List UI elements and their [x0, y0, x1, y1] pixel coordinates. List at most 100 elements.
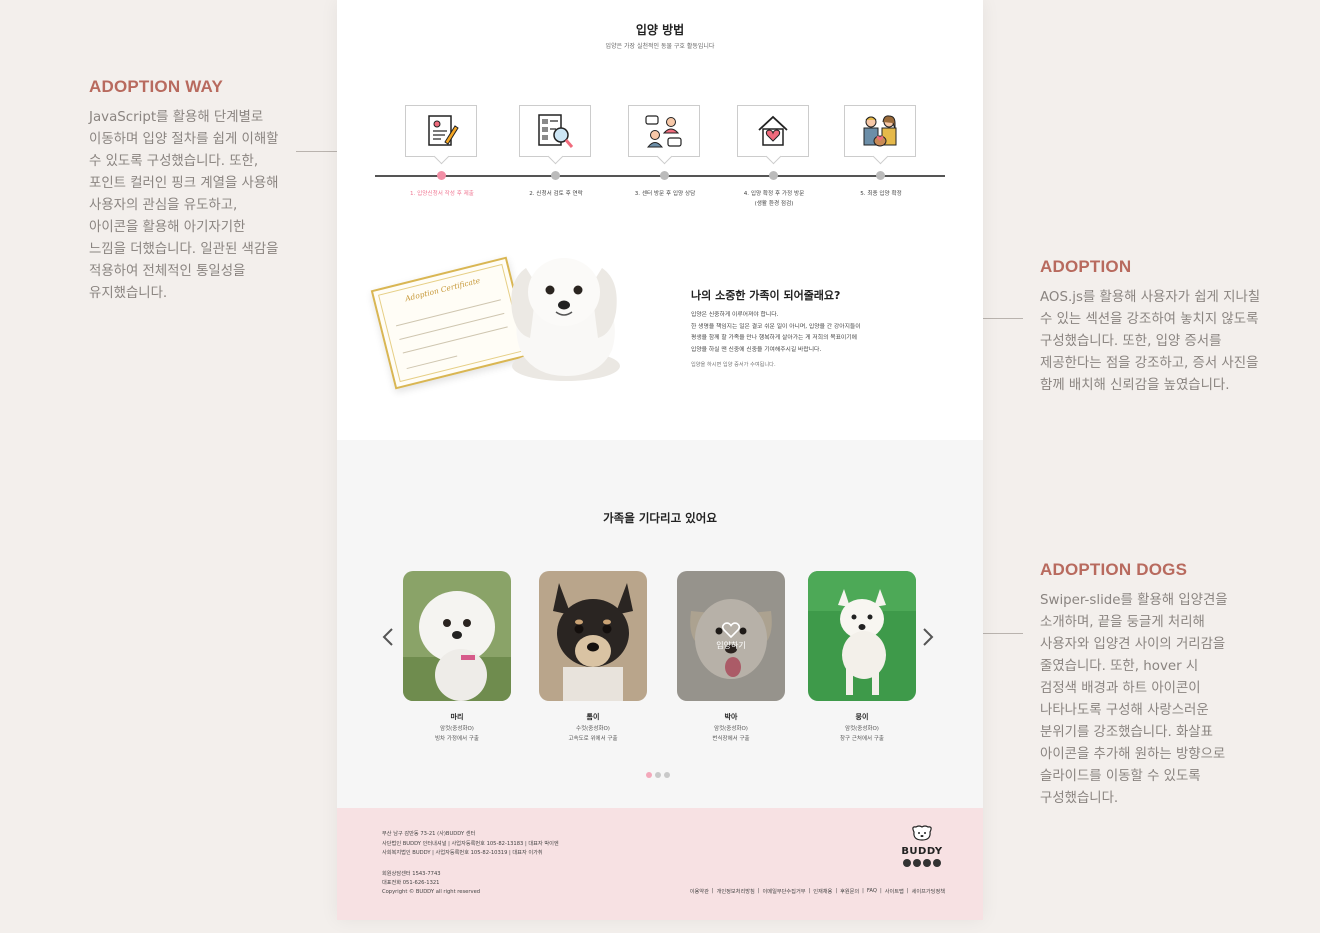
link-separator: |: [879, 888, 882, 894]
link-separator: |: [757, 888, 760, 894]
step-2-box[interactable]: [519, 105, 591, 157]
pagination-dot[interactable]: [664, 772, 670, 778]
step-1-label[interactable]: 1. 입양신청서 작성 후 제출: [382, 189, 502, 199]
slider-next-button[interactable]: [920, 624, 936, 650]
kakao-icon[interactable]: [933, 859, 941, 867]
step-3-box[interactable]: [628, 105, 700, 157]
footer-contact: 회원상담센터 1543-7743 대표전화 051-626-1321 Copyr…: [382, 870, 480, 897]
youtube-icon[interactable]: [903, 859, 911, 867]
dog-gender: 암컷(중성화O): [845, 726, 879, 732]
maltese-dog-photo: [511, 258, 620, 381]
address-line: 사단법인 BUDDY 인터내셔널 | 사업자등록번호 105-82-13183 …: [382, 840, 559, 847]
dog-card-2[interactable]: [539, 571, 647, 701]
footer-link[interactable]: 세이프가딩정책: [912, 888, 945, 895]
adopt-label: 입양하기: [716, 640, 746, 650]
step-1-box[interactable]: [405, 105, 477, 157]
step-4-dot[interactable]: [769, 171, 778, 180]
note-body: AOS.js를 활용해 사용자가 쉽게 지나칠 수 있는 섹션을 강조하여 놓치…: [1040, 290, 1261, 393]
chevron-right-icon: [923, 628, 934, 646]
adopt-hover-overlay[interactable]: 입양하기: [677, 571, 785, 701]
chevron-left-icon: [382, 628, 393, 646]
certificate-headline: 나의 소중한 가족이 되어줄래요?: [691, 289, 841, 302]
slider-prev-button[interactable]: [380, 624, 396, 650]
home-heart-icon: [758, 115, 788, 146]
dog-info: 수컷(중성화O) 고속도로 위에서 구출: [528, 724, 658, 744]
certificate-body: 입양은 신중하게 이루어져야 합니다. 한 생명을 책임지는 일은 결코 쉬운 …: [691, 310, 951, 356]
dog-name: 마리: [450, 713, 464, 721]
footer-link[interactable]: 이용약관: [690, 888, 709, 895]
note-title: ADOPTION: [1040, 257, 1132, 276]
dog-card-1[interactable]: [403, 571, 511, 701]
pagination-dot[interactable]: [646, 772, 652, 778]
step-3-dot[interactable]: [660, 171, 669, 180]
step-4-box[interactable]: [737, 105, 809, 157]
waiting-title: 가족을 기다리고 있어요: [603, 511, 717, 525]
dog-rescue: 빙차 가정에서 구출: [435, 736, 479, 742]
adoption-note: ADOPTION AOS.js를 활용해 사용자가 쉽게 지나칠 수 있는 섹션…: [1040, 257, 1272, 397]
site-footer: 부산 남구 감만동 73-21 (사)BUDDY 센터 사단법인 BUDDY 인…: [337, 808, 983, 920]
footer-address: 부산 남구 감만동 73-21 (사)BUDDY 센터 사단법인 BUDDY 인…: [382, 830, 559, 859]
step-3-label[interactable]: 3. 센터 방문 후 입양 상담: [605, 189, 725, 199]
instagram-icon[interactable]: [923, 859, 931, 867]
step-2-label[interactable]: 2. 신청서 검토 후 연락: [496, 189, 616, 199]
dog-card-4[interactable]: [808, 571, 916, 701]
body-line: 입양을 하실 땐 신중에 신중을 기여해주시길 바랍니다.: [691, 346, 822, 353]
step-5-dot[interactable]: [876, 171, 885, 180]
footer-link[interactable]: 인재채용: [813, 888, 832, 895]
contact-line: 대표전화 051-626-1321: [382, 880, 440, 886]
footer-link[interactable]: 후원문의: [840, 888, 859, 895]
document-review-icon: [538, 114, 574, 148]
adoption-dogs-note: ADOPTION DOGS Swiper-slide를 활용해 입양견을 소개하…: [1040, 560, 1272, 810]
logo-text: BUDDY: [901, 846, 943, 857]
dog-rescue: 번식장에서 구출: [712, 736, 750, 742]
dog-gender: 암컷(중성화O): [440, 726, 474, 732]
body-line: 입양은 신중하게 이루어져야 합니다.: [691, 312, 779, 318]
address-line: 사회복지법인 BUDDY | 사업자등록번호 105-82-10319 | 대표…: [382, 850, 543, 856]
body-line: 한 생명을 책임지는 일은 결코 쉬운 일이 아니며, 입양을 간 강아지들이: [691, 323, 861, 330]
address-line: 부산 남구 감만동 73-21 (사)BUDDY 센터: [382, 831, 476, 837]
note-body: JavaScript를 활용해 단계별로 이동하며 입양 절차를 쉽게 이해할 …: [89, 110, 279, 301]
process-subtitle: 입양은 가장 실천적인 동물 구호 활동입니다: [605, 43, 715, 50]
step-2-dot[interactable]: [551, 171, 560, 180]
contact-line: 회원상담센터 1543-7743: [382, 871, 441, 877]
footer-link[interactable]: 이메일무단수집거부: [763, 888, 806, 895]
buddy-logo[interactable]: BUDDY: [897, 824, 947, 867]
step-1-dot[interactable]: [437, 171, 446, 180]
link-separator: |: [862, 888, 864, 894]
website-mockup: 입양 방법 입양은 가장 실천적인 동물 구호 활동입니다 1. 입양신청서 작…: [337, 0, 983, 920]
step-5-label[interactable]: 5. 최종 입양 확정: [821, 189, 941, 199]
application-form-icon: [428, 115, 459, 146]
consultation-icon: [645, 115, 682, 148]
dog-gender: 수컷(중성화O): [576, 726, 610, 732]
footer-links: 이용약관 | 개인정보처리방침 | 이메일무단수집거부 | 인재채용 | 후원문의 | F…: [690, 888, 945, 895]
body-line: 평생을 함께 할 가족을 만나 행복하게 살아가는 게 저희의 목표이기에: [691, 335, 857, 341]
note-title: ADOPTION WAY: [89, 77, 224, 96]
heart-icon: [722, 621, 740, 638]
sns-icons: [897, 859, 947, 867]
blog-icon[interactable]: [913, 859, 921, 867]
link-separator: |: [808, 888, 811, 894]
dog-photo-mungi: [808, 571, 916, 701]
step-4-label[interactable]: 4. 입양 확정 후 가정 방문 (생활 환경 점검): [714, 189, 834, 209]
dog-name: 톰이: [586, 713, 600, 721]
footer-link[interactable]: FAQ: [867, 888, 877, 895]
dog-face-logo-icon: [912, 825, 932, 841]
family-icon: [863, 115, 897, 147]
link-separator: |: [711, 888, 714, 894]
dog-info: 암컷(중성화O) 번식장에서 구출: [666, 724, 796, 744]
note-body: Swiper-slide를 활용해 입양견을 소개하며, 끝을 둥글게 처리해 …: [1040, 593, 1228, 806]
footer-link[interactable]: 개인정보처리방침: [717, 888, 755, 895]
footer-link[interactable]: 사이트맵: [885, 888, 904, 895]
dog-name: 뭉이: [855, 713, 869, 721]
pagination-dot[interactable]: [655, 772, 661, 778]
dog-name: 박아: [724, 713, 738, 721]
dog-card-3[interactable]: 입양하기: [677, 571, 785, 701]
step-5-box[interactable]: [844, 105, 916, 157]
dog-info: 암컷(중성화O) 빙차 가정에서 구출: [392, 724, 522, 744]
slider-pagination: [646, 772, 670, 778]
link-separator: |: [835, 888, 838, 894]
adoption-way-note: ADOPTION WAY JavaScript를 활용해 단계별로 이동하며 입…: [89, 77, 321, 305]
dog-gender: 암컷(중성화O): [714, 726, 748, 732]
dog-info: 암컷(중성화O) 창구 근처에서 구출: [797, 724, 927, 744]
note-title: ADOPTION DOGS: [1040, 560, 1188, 579]
